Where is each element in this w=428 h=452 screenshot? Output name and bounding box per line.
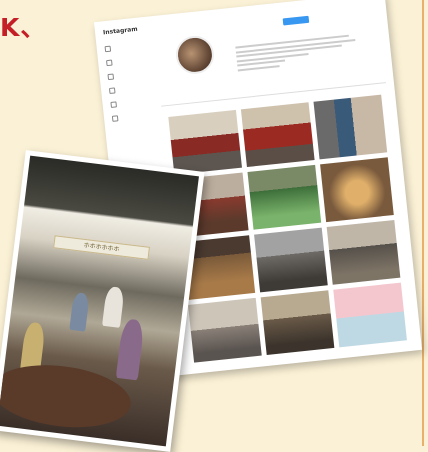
printed-photo: ホホホホホホ bbox=[0, 150, 205, 452]
post-thumbnail[interactable] bbox=[247, 164, 322, 230]
nav-search[interactable] bbox=[106, 56, 150, 67]
post-thumbnail[interactable] bbox=[326, 219, 401, 285]
page-heading: K、 bbox=[0, 13, 47, 42]
post-thumbnail[interactable] bbox=[254, 227, 328, 293]
avatar[interactable] bbox=[174, 33, 216, 76]
person-figure bbox=[115, 318, 145, 381]
post-thumbnail[interactable] bbox=[333, 282, 407, 348]
post-thumbnail[interactable] bbox=[240, 102, 315, 168]
nav-messages[interactable] bbox=[108, 83, 153, 95]
instagram-logo: Instagram bbox=[102, 25, 138, 37]
nav-create[interactable] bbox=[111, 111, 156, 122]
nav-home[interactable] bbox=[104, 42, 149, 53]
profile-bio bbox=[235, 34, 357, 73]
person-figure bbox=[69, 291, 90, 332]
post-grid bbox=[168, 94, 407, 363]
instagram-sidebar: Instagram bbox=[103, 25, 157, 130]
event-hall-photo: ホホホホホホ bbox=[0, 155, 199, 447]
nav-explore[interactable] bbox=[107, 70, 151, 81]
page-right-border bbox=[422, 0, 424, 446]
post-thumbnail[interactable] bbox=[168, 109, 242, 175]
post-thumbnail[interactable] bbox=[260, 290, 335, 356]
plus-icon bbox=[111, 115, 119, 122]
post-thumbnail[interactable] bbox=[320, 157, 394, 223]
follow-button[interactable] bbox=[282, 15, 310, 26]
post-thumbnail[interactable] bbox=[313, 94, 388, 160]
message-icon bbox=[108, 87, 116, 95]
person-figure bbox=[102, 285, 125, 328]
banner-sign: ホホホホホホ bbox=[53, 235, 150, 260]
post-thumbnail[interactable] bbox=[188, 297, 262, 363]
search-icon bbox=[106, 59, 113, 67]
heart-icon bbox=[110, 101, 118, 108]
compass-icon bbox=[107, 73, 115, 81]
nav-notifications[interactable] bbox=[110, 97, 154, 108]
round-table bbox=[0, 357, 135, 435]
home-icon bbox=[104, 45, 112, 53]
profile-main bbox=[152, 0, 407, 363]
